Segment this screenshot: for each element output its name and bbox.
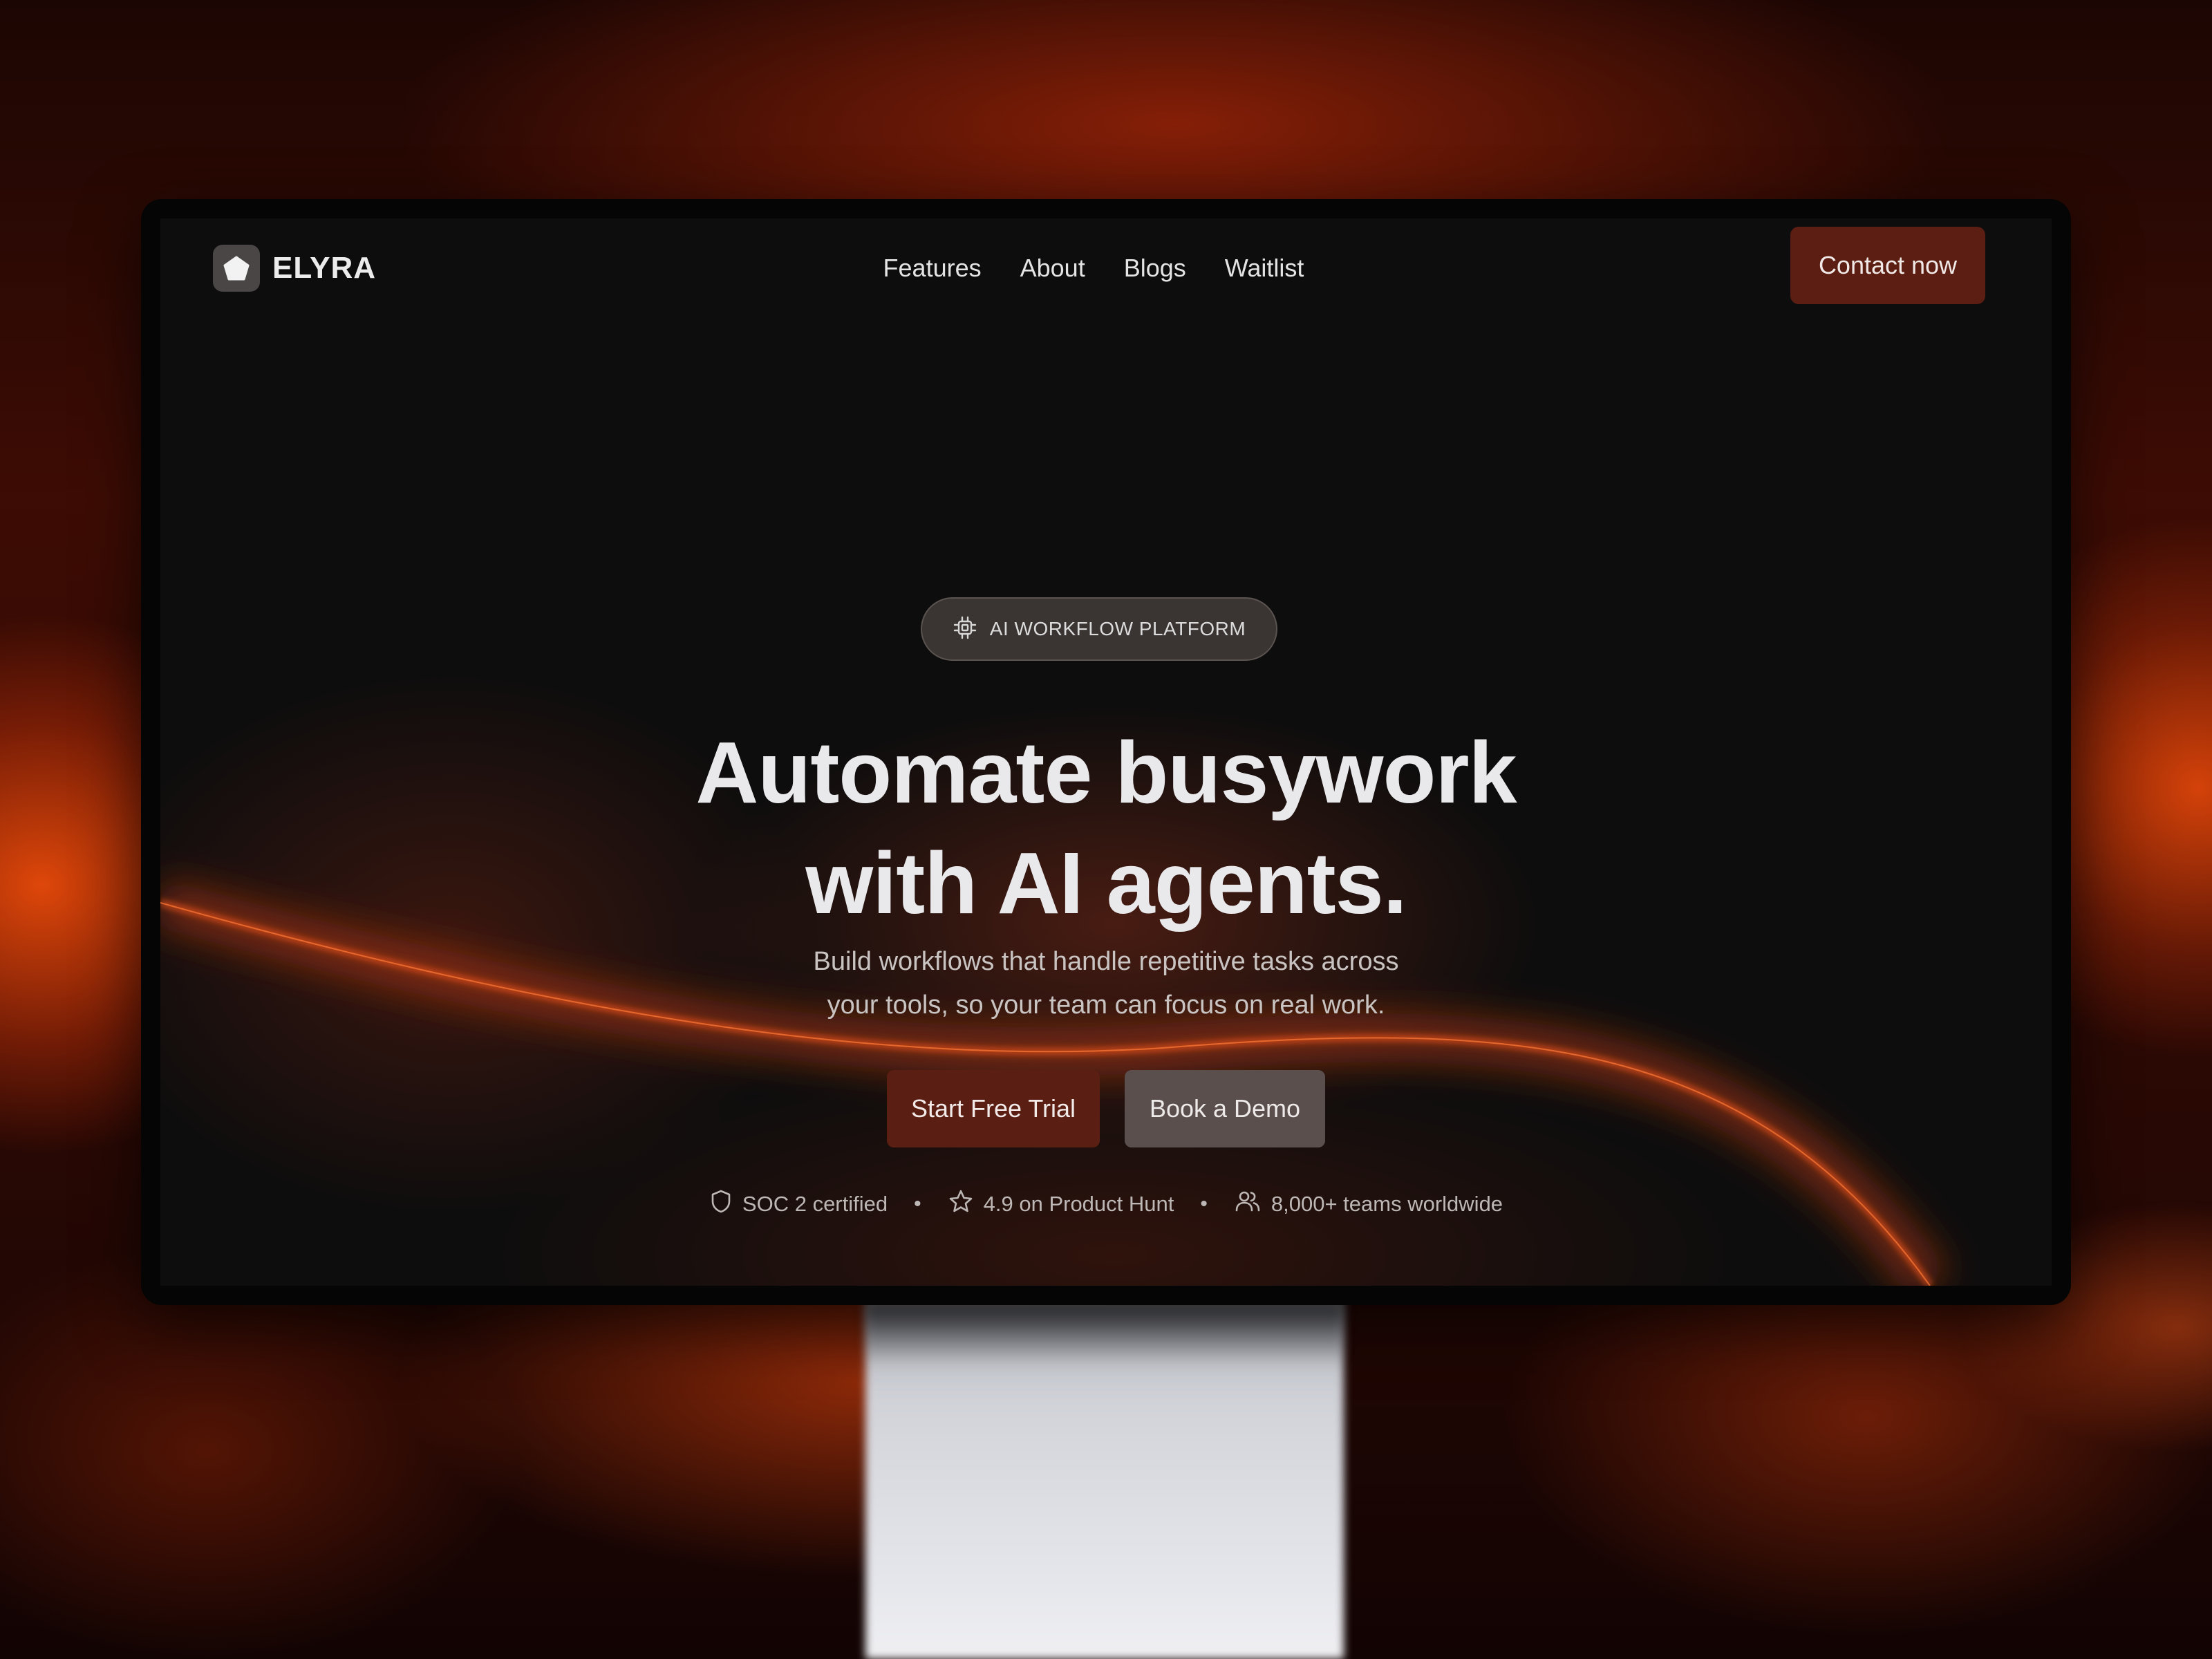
users-icon bbox=[1234, 1189, 1262, 1219]
badge-label: AI WORKFLOW PLATFORM bbox=[989, 618, 1246, 639]
nav-link-features[interactable]: Features bbox=[883, 254, 982, 283]
main-nav: Features About Blogs Waitlist bbox=[160, 243, 2052, 293]
nav-link-about[interactable]: About bbox=[1020, 254, 1085, 283]
separator-dot: • bbox=[914, 1192, 921, 1215]
contact-now-button[interactable]: Contact now bbox=[1790, 227, 1985, 304]
trust-item-soc2: SOC 2 certified bbox=[709, 1189, 888, 1219]
subtext-line-2: your tools, so your team can focus on re… bbox=[827, 991, 1385, 1020]
star-icon bbox=[948, 1189, 974, 1219]
nav-link-waitlist[interactable]: Waitlist bbox=[1225, 254, 1304, 283]
website-screen: ELYRA Features About Blogs Waitlist Cont… bbox=[160, 218, 2052, 1286]
headline-line-2: with AI agents. bbox=[805, 834, 1407, 932]
monitor-stand-shadow bbox=[865, 1302, 1344, 1365]
start-free-trial-button[interactable]: Start Free Trial bbox=[887, 1070, 1100, 1147]
separator-dot: • bbox=[1200, 1192, 1208, 1215]
platform-badge: AI WORKFLOW PLATFORM bbox=[921, 597, 1277, 661]
trust-label-product-hunt: 4.9 on Product Hunt bbox=[983, 1192, 1174, 1216]
trust-item-teams: 8,000+ teams worldwide bbox=[1234, 1189, 1503, 1219]
shield-icon bbox=[709, 1189, 733, 1219]
hero-cta-group: Start Free Trial Book a Demo bbox=[160, 1070, 2052, 1147]
chip-icon bbox=[953, 615, 977, 644]
trust-label-soc2: SOC 2 certified bbox=[742, 1192, 888, 1216]
monitor-frame: ELYRA Features About Blogs Waitlist Cont… bbox=[141, 199, 2071, 1305]
nav-link-blogs[interactable]: Blogs bbox=[1124, 254, 1186, 283]
trust-indicators: SOC 2 certified • 4.9 on Product Hunt • bbox=[160, 1185, 2052, 1224]
subtext-line-1: Build workflows that handle repetitive t… bbox=[813, 947, 1399, 976]
headline-line-1: Automate busywork bbox=[695, 724, 1517, 821]
hero-headline: Automate busywork with AI agents. bbox=[160, 718, 2052, 939]
background-scene: ELYRA Features About Blogs Waitlist Cont… bbox=[0, 0, 2212, 1659]
hero-subtext: Build workflows that handle repetitive t… bbox=[160, 940, 2052, 1027]
trust-item-product-hunt: 4.9 on Product Hunt bbox=[948, 1189, 1174, 1219]
book-demo-button[interactable]: Book a Demo bbox=[1125, 1070, 1325, 1147]
trust-label-teams: 8,000+ teams worldwide bbox=[1271, 1192, 1503, 1216]
